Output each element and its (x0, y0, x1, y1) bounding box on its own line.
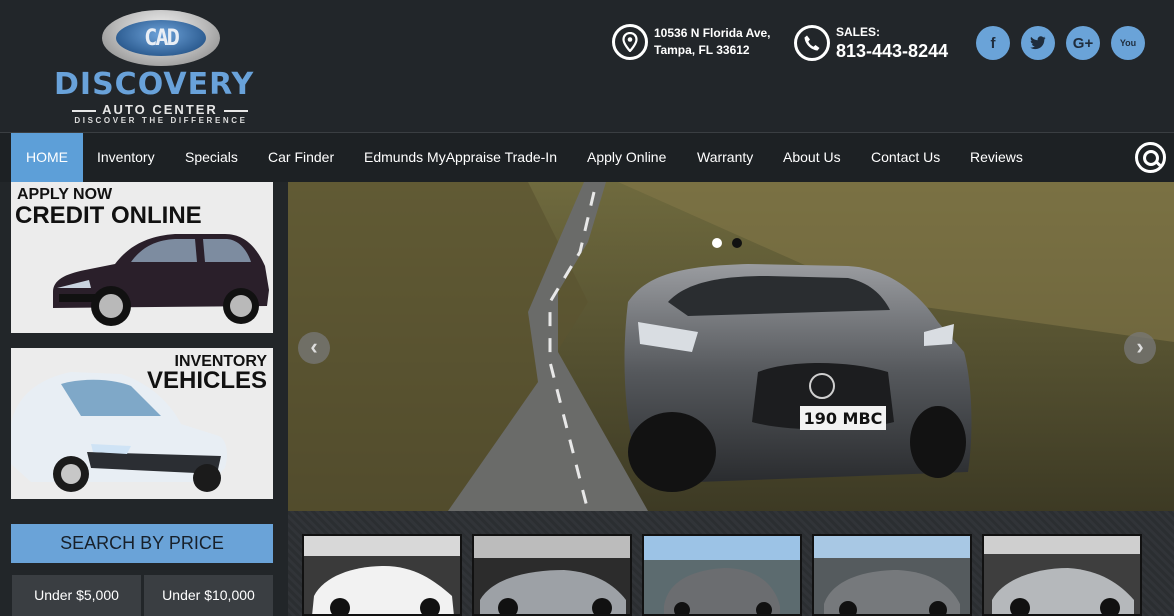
thumbnail-vehicle-1[interactable] (302, 534, 462, 616)
sales-block[interactable]: SALES: 813-443-8244 (794, 24, 948, 61)
slider-dot-2[interactable] (732, 238, 742, 248)
promo-credit-line1: APPLY NOW (17, 186, 113, 203)
promo-credit-online[interactable]: APPLY NOW CREDIT ONLINE (11, 182, 273, 333)
thumbnail-image-3 (644, 536, 800, 614)
google-plus-icon[interactable]: G+ (1066, 26, 1100, 60)
main-nav: HOME Inventory Specials Car Finder Edmun… (0, 132, 1174, 182)
nav-item-apply-online[interactable]: Apply Online (587, 133, 666, 182)
site-header: CAD DISCOVERY AUTO CENTER DISCOVER THE D… (0, 0, 1174, 132)
logo-mark: CAD (144, 26, 180, 51)
logo-tagline: DISCOVER THE DIFFERENCE (74, 116, 248, 125)
address-line-1: 10536 N Florida Ave, (654, 26, 771, 40)
twitter-icon[interactable] (1021, 26, 1055, 60)
search-by-price-heading[interactable]: SEARCH BY PRICE (11, 524, 273, 563)
price-under-5000-button[interactable]: Under $5,000 (12, 575, 141, 616)
promo-inventory-vehicles[interactable]: INVENTORY VEHICLES (11, 348, 273, 499)
nav-item-reviews[interactable]: Reviews (970, 133, 1023, 182)
license-plate: 190 MBC (804, 409, 883, 428)
site-logo[interactable]: CAD DISCOVERY AUTO CENTER DISCOVER THE D… (50, 8, 280, 126)
address-line-2: Tampa, FL 33612 (654, 43, 750, 57)
thumbnail-image-2 (474, 536, 630, 614)
promo-credit-line2: CREDIT ONLINE (15, 202, 202, 229)
logo-name: DISCOVERY (54, 67, 255, 102)
address-block[interactable]: 10536 N Florida Ave, Tampa, FL 33612 (612, 24, 771, 60)
nav-item-home[interactable]: HOME (11, 133, 83, 182)
slider-dot-1[interactable] (712, 238, 722, 248)
thumbnail-vehicle-4[interactable] (812, 534, 972, 616)
sales-label: SALES: (836, 25, 881, 39)
hero-slider[interactable]: 190 MBC (288, 182, 1174, 511)
map-pin-icon (612, 24, 648, 60)
slider-next-arrow[interactable]: › (1124, 332, 1156, 364)
nav-item-car-finder[interactable]: Car Finder (268, 133, 334, 182)
thumbnail-image-4 (814, 536, 970, 614)
nav-item-specials[interactable]: Specials (185, 133, 238, 182)
logo-subtitle-text: AUTO CENTER (102, 102, 218, 117)
thumbnail-vehicle-5[interactable] (982, 534, 1142, 616)
nav-item-contact-us[interactable]: Contact Us (871, 133, 940, 182)
thumbnail-image-5 (984, 536, 1140, 614)
car-hatchback-image (53, 234, 269, 326)
search-icon[interactable] (1135, 142, 1166, 173)
slider-prev-arrow[interactable]: ‹ (298, 332, 330, 364)
thumbnail-vehicle-2[interactable] (472, 534, 632, 616)
nav-item-edmunds-trade-in[interactable]: Edmunds MyAppraise Trade-In (364, 133, 557, 182)
nav-item-about-us[interactable]: About Us (783, 133, 841, 182)
logo-badge: CAD (102, 10, 220, 66)
nav-item-warranty[interactable]: Warranty (697, 133, 753, 182)
youtube-icon[interactable]: You (1111, 26, 1145, 60)
facebook-icon[interactable]: f (976, 26, 1010, 60)
logo-subtitle: AUTO CENTER (50, 102, 270, 117)
sales-phone[interactable]: 813-443-8244 (836, 41, 948, 61)
nav-item-inventory[interactable]: Inventory (97, 133, 155, 182)
price-under-10000-button[interactable]: Under $10,000 (144, 575, 273, 616)
hero-image: 190 MBC (288, 182, 1174, 511)
phone-icon (794, 24, 830, 61)
car-sedan-image (11, 372, 227, 492)
thumbnail-image-1 (304, 536, 460, 614)
thumbnail-vehicle-3[interactable] (642, 534, 802, 616)
